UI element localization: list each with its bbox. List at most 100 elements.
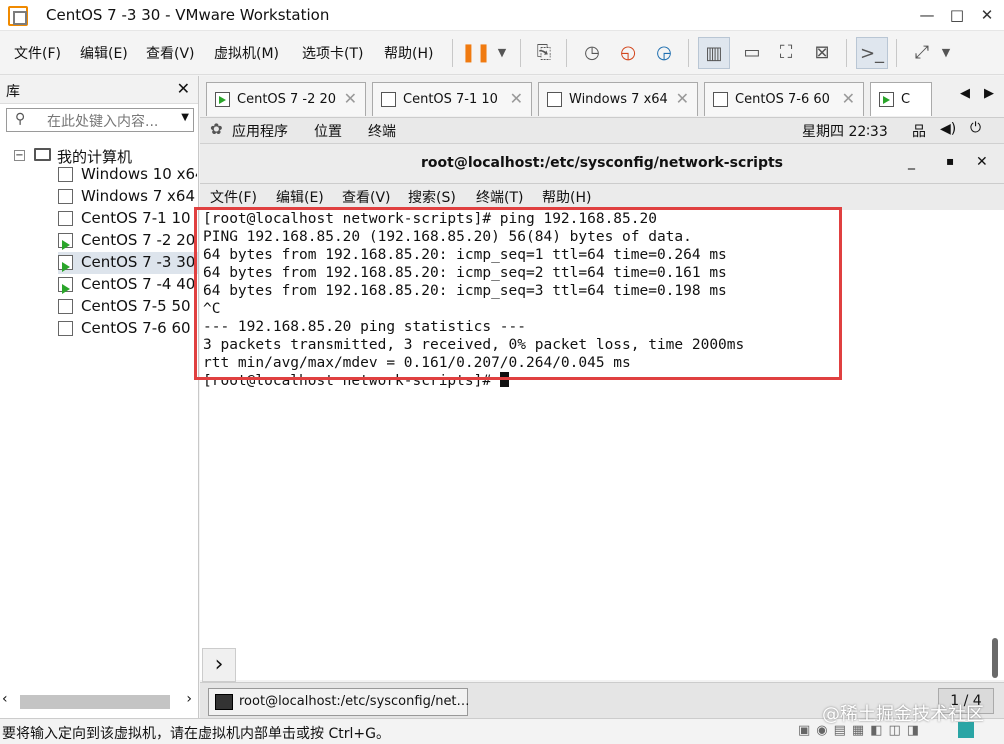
menu-tabs[interactable]: 选项卡(T) <box>302 43 363 63</box>
applications-menu[interactable]: 应用程序 <box>232 121 288 141</box>
vm-tab-label: CentOS 7-6 60 <box>735 92 830 107</box>
vm-icon <box>713 92 728 107</box>
tab-scroll-right-icon[interactable]: ▶ <box>984 86 994 101</box>
vm-tab[interactable]: C <box>870 82 932 116</box>
network-icon[interactable]: 品 <box>912 121 926 141</box>
library-horizontal-scrollbar[interactable]: ‹ › <box>2 691 196 711</box>
revert-snapshot-icon[interactable]: ◵ <box>612 37 644 69</box>
terminal-scrollbar[interactable] <box>988 210 1002 680</box>
library-search-input[interactable]: ⚲ 在此处键入内容... ▼ <box>6 108 194 132</box>
places-menu[interactable]: 位置 <box>314 121 342 141</box>
library-close-icon[interactable]: ✕ <box>177 79 190 98</box>
vm-list-item-label: CentOS 7-1 10 <box>81 209 191 227</box>
term-menu-edit[interactable]: 编辑(E) <box>276 187 324 207</box>
vm-tab-label: CentOS 7 -2 20 <box>237 92 337 107</box>
snapshot-icon[interactable]: ◷ <box>576 37 608 69</box>
toolbar-divider <box>566 39 567 67</box>
snapshot-manager-icon[interactable]: ◶ <box>648 37 680 69</box>
vmware-logo-icon <box>8 6 28 26</box>
thumbnail-bar-icon[interactable]: ▭ <box>736 37 768 69</box>
gnome-top-bar: ✿ 应用程序 位置 终端 星期四 22∶33 品 ◀) ⏻ <box>200 118 1004 144</box>
tab-close-icon[interactable]: ✕ <box>510 89 523 108</box>
vm-tab[interactable]: CentOS 7 -2 20 ✕ <box>206 82 366 116</box>
menu-edit[interactable]: 编辑(E) <box>80 43 128 63</box>
power-dropdown-chevron-icon[interactable]: ▼ <box>486 37 518 69</box>
minimize-button[interactable]: — <box>914 3 940 27</box>
term-menu-file[interactable]: 文件(F) <box>210 187 257 207</box>
close-button[interactable]: ✕ <box>974 3 1000 27</box>
vm-tab-label: C <box>901 92 911 107</box>
vm-icon <box>54 299 73 318</box>
vm-list-item-label: CentOS 7 -4 40 <box>81 275 196 293</box>
vm-list-item-label: CentOS 7 -3 30 <box>81 253 196 271</box>
terminal-maximize-icon[interactable]: ▪ <box>946 154 954 168</box>
tab-close-icon[interactable]: ✕ <box>344 89 357 108</box>
term-menu-search[interactable]: 搜索(S) <box>408 187 456 207</box>
vm-list-item[interactable]: CentOS 7-1 10 <box>54 208 198 230</box>
vm-icon <box>54 211 73 230</box>
full-screen-icon[interactable]: ⛶ <box>770 37 802 69</box>
vm-list-item[interactable]: CentOS 7 -4 40 <box>54 274 198 296</box>
scroll-thumb[interactable] <box>20 695 170 709</box>
clock[interactable]: 星期四 22∶33 <box>802 121 888 141</box>
vm-list-item-label: Windows 7 x64 <box>81 187 196 205</box>
taskbar-terminal-item[interactable]: root@localhost:/etc/sysconfig/net… <box>208 688 470 716</box>
terminal-icon <box>215 694 233 710</box>
vm-tab[interactable]: CentOS 7-6 60 ✕ <box>704 82 864 116</box>
power-icon[interactable]: ⏻ <box>970 120 981 136</box>
highlight-box <box>194 207 842 380</box>
vm-list-item[interactable]: CentOS 7 -3 30 <box>54 252 198 274</box>
computer-icon <box>34 148 51 161</box>
menu-file[interactable]: 文件(F) <box>14 43 61 63</box>
terminal-header-bar: root@localhost:/etc/sysconfig/network-sc… <box>200 144 1004 184</box>
vm-list-item[interactable]: CentOS 7 -2 20 <box>54 230 198 252</box>
tab-scroll-left-icon[interactable]: ◀ <box>960 86 970 101</box>
scroll-left-icon[interactable]: ‹ <box>2 691 8 707</box>
status-text: 要将输入定向到该虚拟机，请在虚拟机内部单击或按 Ctrl+G。 <box>2 726 390 742</box>
collapse-icon[interactable]: − <box>14 150 25 161</box>
library-title: 库 <box>6 84 20 100</box>
toolbar-divider <box>688 39 689 67</box>
vm-tab[interactable]: Windows 7 x64 ✕ <box>538 82 698 116</box>
vm-running-icon <box>879 92 894 107</box>
unity-icon[interactable]: ⊠ <box>806 37 838 69</box>
window-title: CentOS 7 -3 30 - VMware Workstation <box>46 6 330 24</box>
term-menu-help[interactable]: 帮助(H) <box>542 187 591 207</box>
search-icon: ⚲ <box>15 111 26 127</box>
term-menu-terminal[interactable]: 终端(T) <box>476 187 523 207</box>
scroll-thumb[interactable] <box>992 638 998 678</box>
menu-bar: 文件(F) 编辑(E) 查看(V) 虚拟机(M) 选项卡(T) 帮助(H) ❚❚… <box>0 31 1004 75</box>
stretch-dropdown-chevron-icon[interactable]: ▼ <box>930 37 962 69</box>
menu-view[interactable]: 查看(V) <box>146 43 195 63</box>
vm-list-item[interactable]: CentOS 7-5 50 <box>54 296 198 318</box>
chevron-down-icon[interactable]: ▼ <box>181 112 189 123</box>
apps-icon: ✿ <box>210 120 223 138</box>
vm-list-item[interactable]: Windows 7 x64 <box>54 186 198 208</box>
vm-list-item[interactable]: Windows 10 x64 <box>54 164 198 186</box>
scroll-right-icon[interactable]: › <box>186 691 192 707</box>
vm-running-icon <box>54 255 73 274</box>
menu-help[interactable]: 帮助(H) <box>384 43 433 63</box>
volume-icon[interactable]: ◀) <box>940 121 956 137</box>
toolbar-divider <box>452 39 453 67</box>
vm-running-icon <box>54 233 73 252</box>
console-view-icon[interactable]: >_ <box>856 37 888 69</box>
play-icon <box>62 284 70 294</box>
toolbar-divider <box>520 39 521 67</box>
vm-list-item[interactable]: CentOS 7-6 60 <box>54 318 198 340</box>
terminal-close-icon[interactable]: ✕ <box>976 154 988 170</box>
tab-close-icon[interactable]: ✕ <box>676 89 689 108</box>
tab-close-icon[interactable]: ✕ <box>842 89 855 108</box>
play-icon <box>62 262 70 272</box>
terminal-menu[interactable]: 终端 <box>368 121 396 141</box>
expand-chevron-icon[interactable]: › <box>202 648 236 682</box>
terminal-minimize-icon[interactable]: _ <box>908 154 915 170</box>
maximize-button[interactable]: □ <box>944 3 970 27</box>
menu-vm[interactable]: 虚拟机(M) <box>214 43 279 63</box>
vm-tab[interactable]: CentOS 7-1 10 ✕ <box>372 82 532 116</box>
send-ctrl-alt-del-icon[interactable]: ⎘ <box>528 37 560 69</box>
vm-icon <box>547 92 562 107</box>
term-menu-view[interactable]: 查看(V) <box>342 187 391 207</box>
show-library-icon[interactable]: ▥ <box>698 37 730 69</box>
library-header: 库 ✕ <box>0 76 198 104</box>
